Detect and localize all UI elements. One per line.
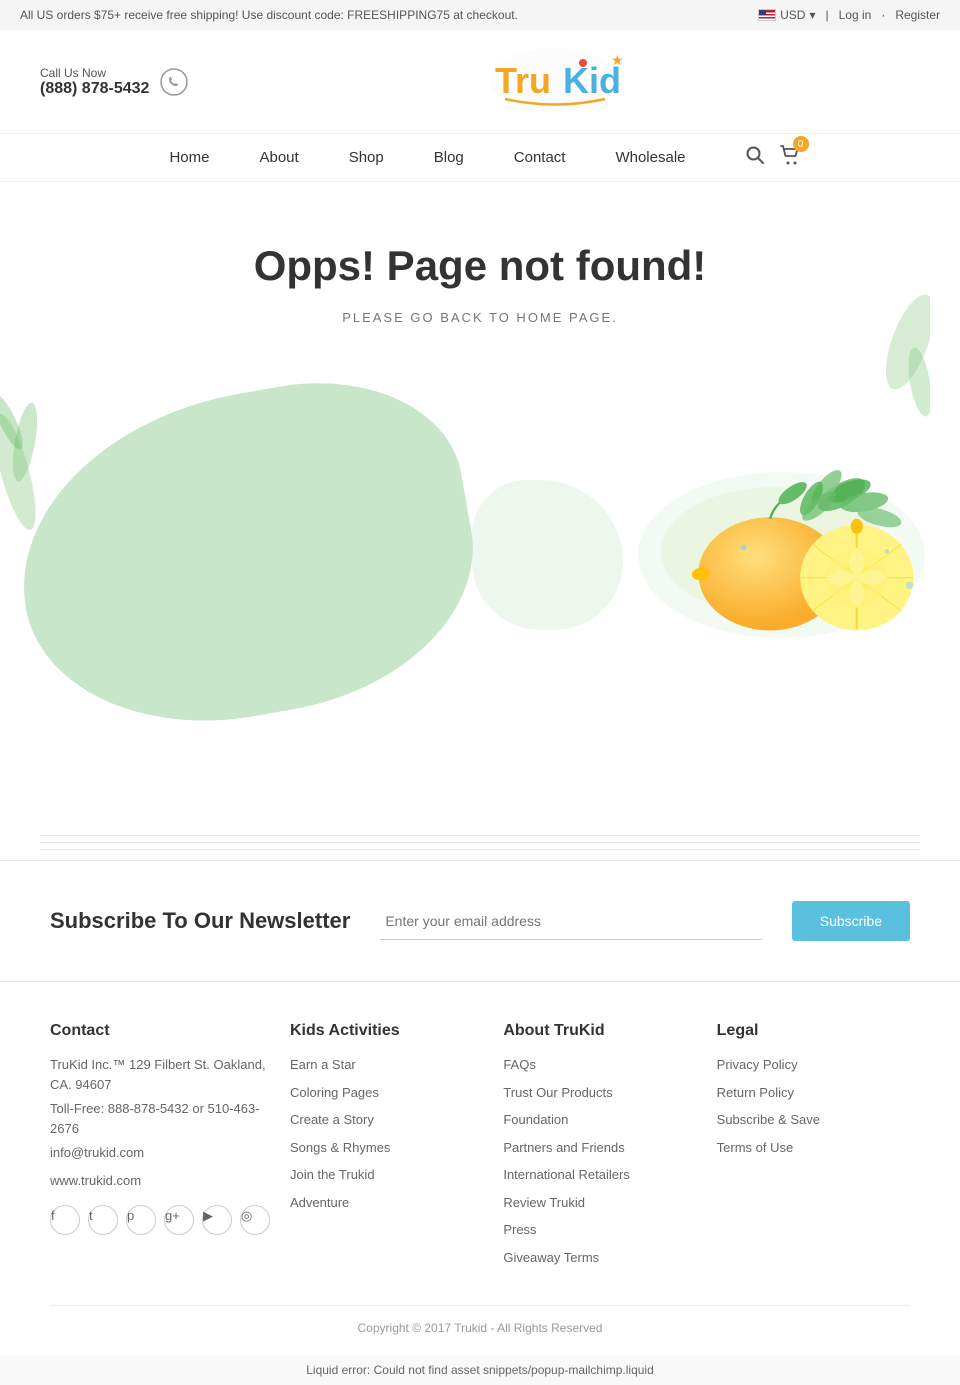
lemon-illustration: [20, 365, 940, 745]
phone-number: (888) 878-5432: [40, 80, 149, 98]
footer-kids-col: Kids Activities Earn a Star Coloring Pag…: [290, 1022, 483, 1275]
footer-giveaway[interactable]: Giveaway Terms: [503, 1248, 696, 1268]
footer-return-policy[interactable]: Return Policy: [717, 1083, 910, 1103]
separator2: ·: [881, 8, 885, 22]
footer-review[interactable]: Review Trukid: [503, 1193, 696, 1213]
social-google-plus[interactable]: g+: [164, 1205, 194, 1235]
watercolor-blob-1: [0, 358, 497, 752]
logo: Tru Kid ★: [485, 45, 625, 115]
phone-label: Call Us Now: [40, 66, 149, 80]
footer-email: info@trukid.com: [50, 1143, 270, 1163]
decoration-left: [0, 362, 50, 585]
separator: |: [825, 8, 828, 22]
social-youtube[interactable]: ▶: [202, 1205, 232, 1235]
social-twitter[interactable]: t: [88, 1205, 118, 1235]
phone-icon: [159, 67, 189, 97]
footer-copyright: Copyright © 2017 Trukid - All Rights Res…: [50, 1305, 910, 1335]
footer-subscribe-save[interactable]: Subscribe & Save: [717, 1110, 910, 1130]
social-pinterest[interactable]: p: [126, 1205, 156, 1235]
newsletter-email-input[interactable]: [380, 903, 761, 940]
phone-info: Call Us Now (888) 878-5432: [40, 66, 149, 98]
logo-container: Tru Kid ★: [189, 45, 920, 118]
footer-join-trukid[interactable]: Join the Trukid: [290, 1165, 483, 1185]
chevron-down-icon: ▾: [809, 8, 815, 22]
footer-columns: Contact TruKid Inc.™ 129 Filbert St. Oak…: [50, 1022, 910, 1275]
footer-partners[interactable]: Partners and Friends: [503, 1138, 696, 1158]
liquid-error: Liquid error: Could not find asset snipp…: [0, 1355, 960, 1385]
cart-badge: 0: [793, 136, 809, 152]
footer-privacy-policy[interactable]: Privacy Policy: [717, 1055, 910, 1075]
subscribe-button[interactable]: Subscribe: [792, 901, 910, 941]
currency-label: USD: [780, 8, 805, 22]
error-title: Opps! Page not found!: [20, 242, 940, 290]
footer-email-link[interactable]: info@trukid.com: [50, 1143, 270, 1163]
nav: Home About Shop Blog Contact Wholesale 0: [0, 134, 960, 182]
divider-2: [40, 842, 920, 843]
social-instagram[interactable]: ◎: [240, 1205, 270, 1235]
nav-blog[interactable]: Blog: [424, 144, 474, 171]
footer-kids-title: Kids Activities: [290, 1022, 483, 1040]
nav-wholesale[interactable]: Wholesale: [605, 144, 695, 171]
footer-international[interactable]: International Retailers: [503, 1165, 696, 1185]
footer-foundation[interactable]: Foundation: [503, 1110, 696, 1130]
footer-earn-star[interactable]: Earn a Star: [290, 1055, 483, 1075]
nav-contact[interactable]: Contact: [504, 144, 576, 171]
svg-text:★: ★: [611, 52, 624, 68]
svg-text:Tru: Tru: [495, 60, 551, 101]
search-icon: [746, 146, 764, 164]
promo-text: All US orders $75+ receive free shipping…: [20, 8, 518, 22]
top-bar-right: USD ▾ | Log in · Register: [758, 8, 940, 22]
header: Call Us Now (888) 878-5432 Tru Kid: [0, 30, 960, 134]
footer-about-col: About TruKid FAQs Trust Our Products Fou…: [503, 1022, 696, 1275]
top-bar: All US orders $75+ receive free shipping…: [0, 0, 960, 30]
footer-faqs[interactable]: FAQs: [503, 1055, 696, 1075]
nav-icons: 0: [746, 144, 801, 171]
nav-home[interactable]: Home: [159, 144, 219, 171]
login-link[interactable]: Log in: [839, 8, 872, 22]
dividers: [0, 825, 960, 860]
footer-legal-col: Legal Privacy Policy Return Policy Subsc…: [717, 1022, 910, 1275]
lemon-svg: [623, 395, 940, 715]
search-button[interactable]: [746, 146, 764, 169]
error-subtitle: PLEASE GO BACK TO HOME PAGE.: [20, 310, 940, 325]
logo-link[interactable]: Tru Kid ★: [485, 45, 625, 118]
footer-create-story[interactable]: Create a Story: [290, 1110, 483, 1130]
footer-website-link[interactable]: www.trukid.com: [50, 1171, 270, 1191]
footer-trust-products[interactable]: Trust Our Products: [503, 1083, 696, 1103]
main-content: Opps! Page not found! PLEASE GO BACK TO …: [0, 182, 960, 825]
social-facebook[interactable]: f: [50, 1205, 80, 1235]
currency-selector[interactable]: USD ▾: [758, 8, 815, 22]
footer-press[interactable]: Press: [503, 1220, 696, 1240]
newsletter-title: Subscribe To Our Newsletter: [50, 907, 350, 936]
footer-legal-title: Legal: [717, 1022, 910, 1040]
footer-songs-rhymes[interactable]: Songs & Rhymes: [290, 1138, 483, 1158]
footer-contact-title: Contact: [50, 1022, 270, 1040]
footer-phone: Toll-Free: 888-878-5432 or 510-463-2676: [50, 1099, 270, 1138]
footer-terms-of-use[interactable]: Terms of Use: [717, 1138, 910, 1158]
footer: Contact TruKid Inc.™ 129 Filbert St. Oak…: [0, 982, 960, 1355]
watercolor-blob-2: [472, 480, 623, 630]
flag-icon: [758, 9, 776, 21]
newsletter-section: Subscribe To Our Newsletter Subscribe: [0, 860, 960, 982]
footer-address: TruKid Inc.™ 129 Filbert St. Oakland, CA…: [50, 1055, 270, 1094]
divider-1: [40, 835, 920, 836]
cart-button[interactable]: 0: [779, 144, 801, 171]
register-link[interactable]: Register: [895, 8, 940, 22]
social-icons: f t p g+ ▶ ◎: [50, 1205, 270, 1243]
nav-shop[interactable]: Shop: [339, 144, 394, 171]
footer-about-title: About TruKid: [503, 1022, 696, 1040]
footer-adventure[interactable]: Adventure: [290, 1193, 483, 1213]
footer-website: www.trukid.com: [50, 1171, 270, 1191]
footer-contact-col: Contact TruKid Inc.™ 129 Filbert St. Oak…: [50, 1022, 270, 1275]
footer-coloring-pages[interactable]: Coloring Pages: [290, 1083, 483, 1103]
header-left: Call Us Now (888) 878-5432: [40, 66, 189, 98]
divider-3: [40, 849, 920, 850]
nav-about[interactable]: About: [249, 144, 308, 171]
